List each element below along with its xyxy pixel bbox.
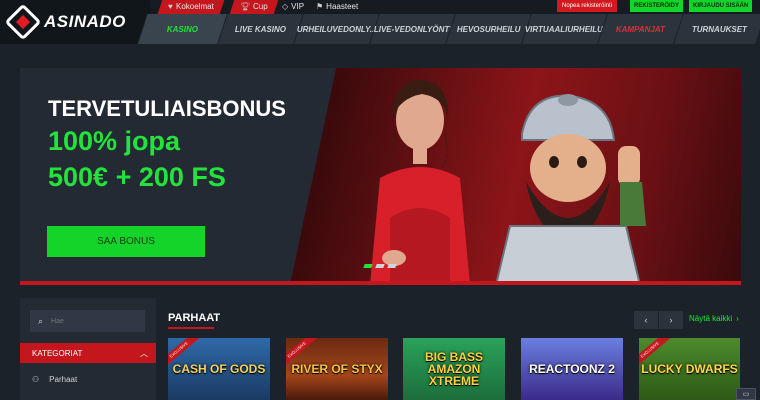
flag-icon: ⚑ <box>316 2 324 11</box>
chevron-right-icon: › <box>736 314 739 323</box>
chevron-left-icon: ‹ <box>644 315 648 325</box>
carousel-dot[interactable] <box>363 264 373 268</box>
category-sidebar: ⌕ KATEGORIAT ︿ ⚇ Parhaat <box>20 298 156 400</box>
nav-item-label: KAMPANJAT <box>615 24 666 34</box>
diamond-icon: ◇ <box>282 2 289 11</box>
game-title: REACTOONZ 2 <box>529 362 615 376</box>
game-tile[interactable]: EXCLUSIVE RIVER OF STYX <box>286 338 388 400</box>
quick-register-button[interactable]: Nopea rekisteröinti <box>557 0 618 12</box>
section-title: PARHAAT <box>168 312 221 324</box>
nav-item-turnaukset[interactable]: TURNAUKSET <box>673 14 760 44</box>
categories-toggle[interactable]: KATEGORIAT ︿ <box>20 343 156 363</box>
nav-item-virtuaaliurheilu[interactable]: VIRTUAALIURHEILU <box>521 14 607 44</box>
nav-item-label: KASINO <box>166 24 199 34</box>
carousel-next-button[interactable]: › <box>659 311 683 329</box>
search-icon: ⌕ <box>38 315 44 326</box>
game-tile[interactable]: BIG BASS AMAZON XTREME <box>403 338 505 400</box>
chat-icon: ▭ <box>742 391 750 398</box>
chat-button[interactable]: ▭ <box>736 388 756 400</box>
controller-icon: ⚇ <box>32 374 40 384</box>
top-link-label: Cup <box>253 2 268 11</box>
main-nav: KASINO LIVE KASINO URHEILUVEDONLY... LIV… <box>137 14 760 44</box>
nav-item-label: TURNAUKSET <box>691 24 748 34</box>
section-underline <box>168 327 214 329</box>
nav-item-label: HEVOSURHEILU <box>456 24 521 34</box>
nav-item-label: URHEILUVEDONLY... <box>296 24 377 34</box>
woman-illustration <box>370 79 470 285</box>
carousel-dots <box>363 264 397 268</box>
see-all-link[interactable]: Näytä kaikki › <box>689 314 739 323</box>
banner-offer-line1: 100% jopa <box>48 126 181 156</box>
heart-icon: ♥ <box>168 2 173 11</box>
carousel-dot[interactable] <box>375 264 385 268</box>
dwarf-illustration <box>494 94 646 285</box>
nav-item-live-vedonlyonti[interactable]: LIVE-VEDONLYÖNTI <box>369 14 455 44</box>
nav-item-live-kasino[interactable]: LIVE KASINO <box>217 14 303 44</box>
nav-item-label: VIRTUAALIURHEILU <box>525 24 604 34</box>
nav-item-urheiluvedonlyonti[interactable]: URHEILUVEDONLY... <box>293 14 379 44</box>
nav-item-label: LIVE KASINO <box>234 24 287 34</box>
search-input[interactable] <box>51 317 132 325</box>
game-title: BIG BASS AMAZON XTREME <box>424 350 483 388</box>
banner-divider <box>20 281 741 285</box>
nav-item-kasino[interactable]: KASINO <box>137 14 227 44</box>
chevron-right-icon: › <box>669 315 673 325</box>
nav-item-kampanjat[interactable]: KAMPANJAT <box>597 14 683 44</box>
search-box[interactable]: ⌕ <box>30 310 145 332</box>
game-title: CASH OF GODS <box>172 362 266 376</box>
promo-banner[interactable]: TERVETULIAISBONUS 100% jopa 500€ + 200 F… <box>20 68 741 285</box>
top-link-kokoelmat[interactable]: ♥ Kokoelmat <box>157 0 224 14</box>
top-link-label: Kokoelmat <box>175 2 214 11</box>
top-link-vip[interactable]: ◇ VIP <box>282 1 304 13</box>
banner-title: TERVETULIAISBONUS <box>48 96 286 121</box>
categories-label: KATEGORIAT <box>32 348 83 358</box>
get-bonus-button[interactable]: SAA BONUS <box>47 226 205 257</box>
top-link-label: Haasteet <box>326 2 359 11</box>
register-button[interactable]: REKISTERÖIDY <box>630 0 684 12</box>
logo-text: ASINADO <box>44 12 126 31</box>
logo[interactable]: ASINADO <box>0 0 150 44</box>
top-link-cup[interactable]: 🏆︎ Cup <box>229 0 279 14</box>
trophy-icon: 🏆︎ <box>240 2 251 11</box>
game-tile[interactable]: EXCLUSIVE LUCKY DWARFS <box>639 338 740 400</box>
game-title: LUCKY DWARFS <box>641 362 738 376</box>
sidebar-item-label: Parhaat <box>49 374 78 384</box>
carousel-dot[interactable] <box>387 264 397 268</box>
sidebar-item-parhaat[interactable]: ⚇ Parhaat <box>20 370 156 388</box>
top-link-haasteet[interactable]: ⚑ Haasteet <box>316 1 358 13</box>
see-all-label: Näytä kaikki <box>689 314 733 323</box>
chevron-up-icon: ︿ <box>140 348 148 358</box>
game-tile[interactable]: REACTOONZ 2 <box>521 338 623 400</box>
game-title: RIVER OF STYX <box>291 362 383 376</box>
game-tile[interactable]: EXCLUSIVE CASH OF GODS <box>168 338 270 400</box>
nav-item-label: LIVE-VEDONLYÖNTI <box>373 24 452 34</box>
login-button[interactable]: KIRJAUDU SISÄÄN <box>689 0 753 12</box>
top-link-label: VIP <box>291 2 305 11</box>
logo-mark-icon <box>4 3 42 41</box>
carousel-prev-button[interactable]: ‹ <box>634 311 658 329</box>
banner-offer-line2: 500€ + 200 FS <box>48 162 226 192</box>
nav-item-hevosurheilu[interactable]: HEVOSURHEILU <box>445 14 531 44</box>
